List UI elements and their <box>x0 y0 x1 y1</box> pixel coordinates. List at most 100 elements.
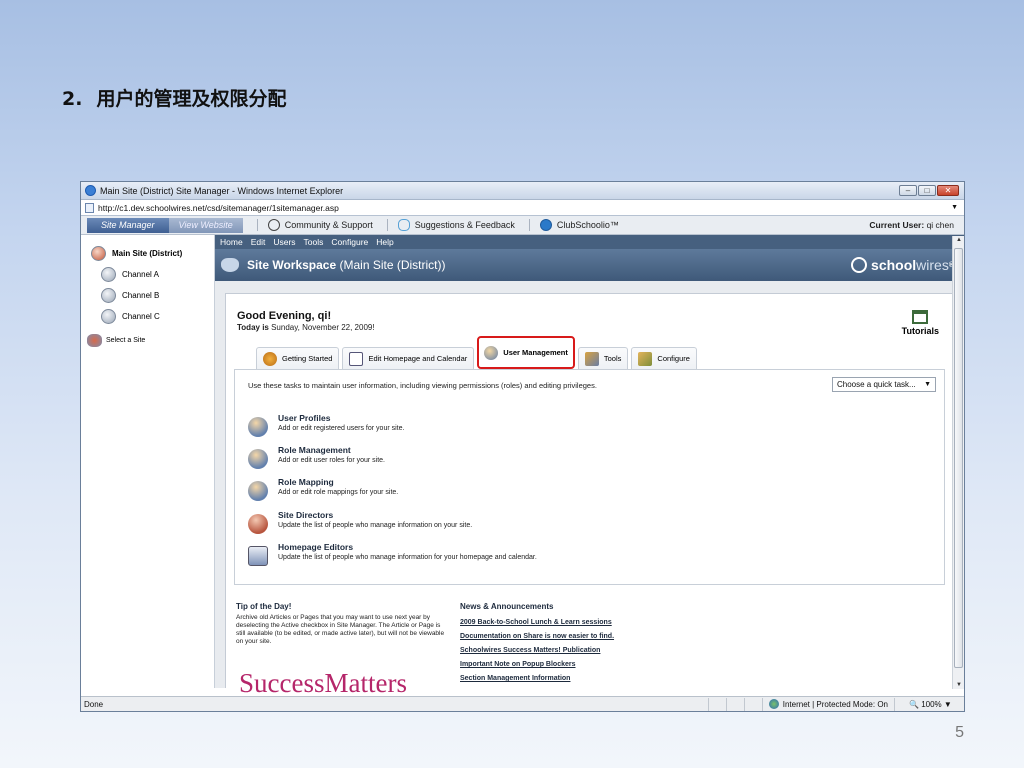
lifebuoy-icon <box>267 219 280 231</box>
quick-task-value: Choose a quick task... <box>837 380 916 389</box>
sidebar-item-channel-c[interactable]: Channel C <box>81 306 214 327</box>
task-user-profiles[interactable]: User Profiles Add or edit registered user… <box>248 413 404 437</box>
logo-bold-text: school <box>871 257 917 273</box>
menu-tools[interactable]: Tools <box>304 237 324 247</box>
news-item[interactable]: Schoolwires Success Matters! Publication <box>460 644 614 658</box>
tab-view-website[interactable]: View Website <box>168 217 243 233</box>
workspace-banner: Site Workspace (Main Site (District)) sc… <box>215 249 964 281</box>
tab-edit-homepage-calendar[interactable]: Edit Homepage and Calendar <box>342 347 475 369</box>
sidebar-item-label: Main Site (District) <box>112 249 183 258</box>
security-zone-label: Internet | Protected Mode: On <box>782 699 888 709</box>
channel-icon <box>101 267 116 282</box>
tutorials-label: Tutorials <box>901 326 939 336</box>
suggestions-feedback-link[interactable]: Suggestions & Feedback <box>386 219 515 231</box>
news-item[interactable]: Section Management Information <box>460 672 614 686</box>
news-item[interactable]: Important Note on Popup Blockers <box>460 658 614 672</box>
task-title[interactable]: Site Directors <box>278 510 472 520</box>
today-value: Sunday, November 22, 2009! <box>271 323 375 332</box>
address-url[interactable]: http://c1.dev.schoolwires.net/csd/sitema… <box>98 203 339 213</box>
menu-configure[interactable]: Configure <box>331 237 368 247</box>
tab-site-manager[interactable]: Site Manager <box>87 217 169 233</box>
workspace-icon <box>221 258 239 272</box>
task-site-directors[interactable]: Site Directors Update the list of people … <box>248 510 472 534</box>
scroll-down-icon[interactable]: ▼ <box>956 682 962 688</box>
tab-getting-started[interactable]: Getting Started <box>256 347 340 369</box>
workspace-menu: Home Edit Users Tools Configure Help <box>215 235 964 249</box>
sidebar-item-label: Channel C <box>122 312 160 321</box>
status-text: Done <box>84 699 104 709</box>
tab-label: User Management <box>503 348 568 357</box>
status-segment <box>743 697 762 711</box>
sidebar-item-channel-a[interactable]: Channel A <box>81 264 214 285</box>
menu-home[interactable]: Home <box>220 237 243 247</box>
tab-label: Edit Homepage and Calendar <box>368 354 468 363</box>
menu-help[interactable]: Help <box>376 237 393 247</box>
select-site-icon <box>87 333 102 347</box>
address-bar[interactable]: http://c1.dev.schoolwires.net/csd/sitema… <box>81 200 964 216</box>
users-icon <box>248 481 268 501</box>
news-heading: News & Announcements <box>460 602 554 611</box>
users-icon <box>484 345 499 360</box>
speech-bubble-icon <box>397 219 410 231</box>
window-title: Main Site (District) Site Manager - Wind… <box>100 185 344 196</box>
tab-tools[interactable]: Tools <box>577 347 629 369</box>
sidebar-item-channel-b[interactable]: Channel B <box>81 285 214 306</box>
quick-task-select[interactable]: Choose a quick task... ▼ <box>832 377 936 392</box>
select-site-label: Select a Site <box>106 336 146 344</box>
address-dropdown-icon[interactable]: ▼ <box>951 204 958 211</box>
task-role-mapping[interactable]: Role Mapping Add or edit role mappings fo… <box>248 477 398 501</box>
task-description: Update the list of people who manage inf… <box>278 554 537 561</box>
easel-icon <box>912 310 929 324</box>
getting-started-icon <box>263 351 277 366</box>
sidebar-item-main-site[interactable]: Main Site (District) <box>81 243 214 264</box>
browser-window: Main Site (District) Site Manager - Wind… <box>80 181 965 712</box>
tab-label: Configure <box>657 354 690 363</box>
window-controls: – □ ✕ <box>898 185 959 196</box>
users-icon <box>248 417 268 437</box>
select-site-link[interactable]: Select a Site <box>81 331 214 349</box>
status-bar: Done Internet | Protected Mode: On 🔍 100… <box>81 696 964 711</box>
tip-text: Archive old Articles or Pages that you m… <box>236 614 445 645</box>
task-title[interactable]: Role Mapping <box>278 477 398 487</box>
task-role-management[interactable]: Role Management Add or edit user roles fo… <box>248 445 385 469</box>
zoom-control[interactable]: 🔍 100% ▼ <box>894 697 964 711</box>
task-title[interactable]: User Profiles <box>278 413 404 423</box>
vertical-scrollbar[interactable]: ▲ ▼ <box>952 236 964 689</box>
tutorials-button[interactable]: Tutorials <box>902 310 939 336</box>
page-icon <box>85 202 94 213</box>
tools-icon <box>584 351 599 366</box>
status-segment <box>707 697 726 711</box>
clubschoolio-link[interactable]: ClubSchoolio™ <box>528 219 619 231</box>
task-title[interactable]: Homepage Editors <box>278 542 537 552</box>
suggestions-feedback-label: Suggestions & Feedback <box>414 220 515 230</box>
scrollbar-thumb[interactable] <box>954 248 963 668</box>
current-user-name: qi chen <box>926 220 954 230</box>
scroll-up-icon[interactable]: ▲ <box>956 237 962 243</box>
window-titlebar: Main Site (District) Site Manager - Wind… <box>81 182 964 200</box>
news-item[interactable]: 2009 Back-to-School Lunch & Learn sessio… <box>460 616 614 630</box>
menu-edit[interactable]: Edit <box>251 237 266 247</box>
task-homepage-editors[interactable]: Homepage Editors Update the list of peopl… <box>248 542 537 566</box>
maximize-icon[interactable]: □ <box>918 185 936 196</box>
site-directors-icon <box>248 514 268 534</box>
community-support-label: Community & Support <box>284 220 373 230</box>
main-area: Main Site (District) Channel A Channel B… <box>81 235 964 696</box>
task-title[interactable]: Role Management <box>278 445 385 455</box>
minimize-icon[interactable]: – <box>899 185 917 196</box>
community-support-link[interactable]: Community & Support <box>256 219 373 231</box>
news-item[interactable]: Documentation on Share is now easier to … <box>460 630 614 644</box>
menu-users[interactable]: Users <box>273 237 295 247</box>
ie-logo-icon <box>85 185 96 196</box>
tab-user-management[interactable]: User Management <box>477 336 575 369</box>
tab-label: Tools <box>603 354 622 363</box>
tab-configure[interactable]: Configure <box>631 347 697 369</box>
channel-icon <box>101 288 116 303</box>
close-icon[interactable]: ✕ <box>937 185 959 196</box>
user-management-pane: Use these tasks to maintain user informa… <box>234 369 945 585</box>
security-zone[interactable]: Internet | Protected Mode: On <box>761 697 894 711</box>
clubschoolio-icon <box>539 219 552 231</box>
current-user: Current User: qi chen <box>869 220 954 230</box>
success-matters-logo[interactable]: SuccessMatters <box>236 666 446 696</box>
tips-and-news: Tip of the Day! Archive old Articles or … <box>234 594 945 696</box>
homepage-editors-icon <box>248 546 268 566</box>
